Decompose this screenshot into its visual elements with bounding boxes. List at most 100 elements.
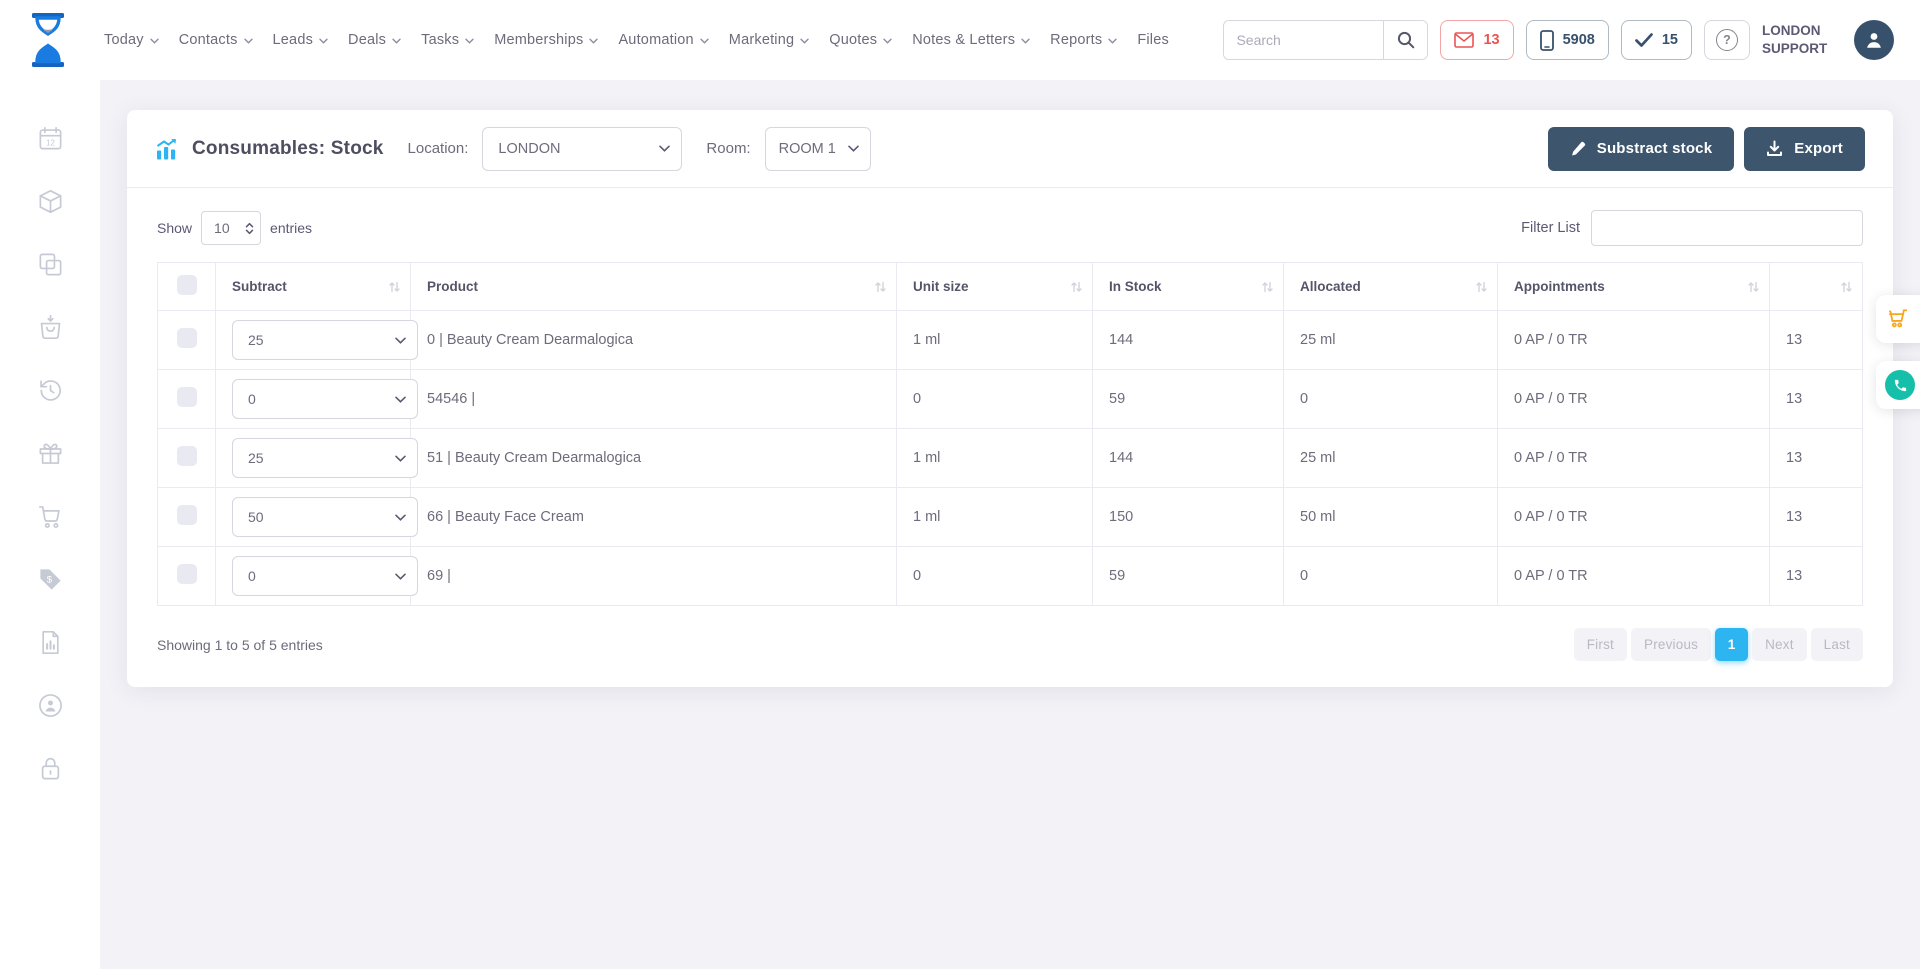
search-icon	[1397, 31, 1415, 49]
room-select[interactable]: ROOM 1	[765, 127, 871, 171]
sort-icon	[1840, 281, 1853, 293]
sidebar-item-cart[interactable]	[36, 502, 64, 530]
subtract-select[interactable]: 0	[232, 556, 418, 596]
in-stock-cell: 59	[1093, 547, 1284, 606]
cart-widget[interactable]	[1876, 295, 1920, 343]
appointments-cell: 0 AP / 0 TR	[1498, 488, 1770, 547]
select-all-checkbox[interactable]	[177, 275, 197, 295]
nav-notes-letters[interactable]: Notes & Letters	[912, 32, 1030, 48]
col-product-label: Product	[427, 279, 478, 294]
nav-marketing[interactable]: Marketing	[729, 32, 809, 48]
filter-label: Filter List	[1521, 220, 1580, 236]
nav-contacts[interactable]: Contacts	[179, 32, 253, 48]
subtract-stock-button[interactable]: Substract stock	[1548, 127, 1735, 171]
row-checkbox[interactable]	[177, 564, 197, 584]
tasks-badge[interactable]: 15	[1621, 20, 1692, 60]
entries-label: entries	[270, 220, 312, 236]
table-row: 0 54546 | 0 59 0 0 AP / 0 TR 13	[158, 370, 1863, 429]
phone-widget[interactable]	[1876, 361, 1920, 409]
export-button[interactable]: Export	[1744, 127, 1865, 171]
smartphone-icon	[1540, 30, 1554, 51]
avatar[interactable]	[1854, 20, 1894, 60]
col-in-stock[interactable]: In Stock	[1093, 263, 1284, 311]
help-button[interactable]: ?	[1704, 20, 1750, 60]
messages-badge[interactable]: 13	[1440, 20, 1513, 60]
nav-quotes[interactable]: Quotes	[829, 32, 892, 48]
sidebar-item-package[interactable]	[36, 187, 64, 215]
chart-icon	[155, 138, 179, 160]
page-size-control: Show 10 entries	[157, 211, 312, 245]
sidebar-item-gift[interactable]	[36, 439, 64, 467]
pagination-last[interactable]: Last	[1811, 628, 1863, 661]
header-buttons: Substract stock Export	[1548, 127, 1865, 171]
sidebar-item-orders[interactable]	[36, 313, 64, 341]
row-checkbox[interactable]	[177, 446, 197, 466]
person-icon	[1863, 29, 1885, 51]
phone-widget-icon	[1885, 370, 1915, 400]
nav-automation[interactable]: Automation	[618, 32, 708, 48]
pagination-page-1[interactable]: 1	[1715, 628, 1748, 661]
support-icon	[37, 692, 64, 719]
sidebar-item-support[interactable]	[36, 691, 64, 719]
col-appointments[interactable]: Appointments	[1498, 263, 1770, 311]
col-unit-size-label: Unit size	[913, 279, 969, 294]
pagination-next[interactable]: Next	[1752, 628, 1807, 661]
nav-tasks[interactable]: Tasks	[421, 32, 474, 48]
extra-cell: 13	[1770, 311, 1863, 370]
subtract-select[interactable]: 25	[232, 438, 418, 478]
filter-input[interactable]	[1591, 210, 1863, 246]
nav-deals[interactable]: Deals	[348, 32, 401, 48]
svg-text:12: 12	[46, 138, 55, 147]
col-allocated[interactable]: Allocated	[1284, 263, 1498, 311]
in-stock-cell: 59	[1093, 370, 1284, 429]
col-product[interactable]: Product	[411, 263, 897, 311]
sort-icon	[1747, 281, 1760, 293]
location-label: Location:	[408, 140, 469, 157]
nav-files[interactable]: Files	[1137, 32, 1169, 48]
page-size-select[interactable]: 10	[201, 211, 261, 245]
nav-notes-letters-label: Notes & Letters	[912, 32, 1015, 48]
unit-size-cell: 0	[897, 370, 1093, 429]
sidebar-item-calendar[interactable]: 12	[36, 124, 64, 152]
nav-contacts-label: Contacts	[179, 32, 238, 48]
sidebar-item-security[interactable]	[36, 754, 64, 782]
nav-today[interactable]: Today	[104, 32, 159, 48]
row-checkbox[interactable]	[177, 505, 197, 525]
row-checkbox[interactable]	[177, 387, 197, 407]
hourglass-logo[interactable]	[28, 12, 68, 68]
sidebar-item-reports[interactable]	[36, 628, 64, 656]
search-button[interactable]	[1383, 21, 1427, 59]
nav-files-label: Files	[1137, 32, 1169, 48]
subtract-select[interactable]: 50	[232, 497, 418, 537]
allocated-cell: 0	[1284, 547, 1498, 606]
appointments-cell: 0 AP / 0 TR	[1498, 547, 1770, 606]
col-unit-size[interactable]: Unit size	[897, 263, 1093, 311]
subtract-select[interactable]: 25	[232, 320, 418, 360]
col-appointments-label: Appointments	[1514, 279, 1605, 294]
nav-memberships[interactable]: Memberships	[494, 32, 598, 48]
sort-icon	[1261, 281, 1274, 293]
col-extra[interactable]	[1770, 263, 1863, 311]
location-select[interactable]: LONDON	[482, 127, 682, 171]
card-header: Consumables: Stock Location: LONDON Room…	[127, 110, 1893, 188]
row-checkbox[interactable]	[177, 328, 197, 348]
nav-leads[interactable]: Leads	[273, 32, 329, 48]
nav-today-label: Today	[104, 32, 144, 48]
filter-control: Filter List	[1521, 210, 1863, 246]
search-input[interactable]	[1224, 21, 1383, 59]
sidebar-item-copy[interactable]	[36, 250, 64, 278]
sidebar-item-history[interactable]	[36, 376, 64, 404]
pagination-first[interactable]: First	[1574, 628, 1627, 661]
main-nav: Today Contacts Leads Deals Tasks Members…	[104, 32, 1169, 48]
pagination-previous[interactable]: Previous	[1631, 628, 1711, 661]
nav-reports[interactable]: Reports	[1050, 32, 1117, 48]
chevron-down-icon	[465, 38, 474, 44]
col-subtract[interactable]: Subtract	[216, 263, 411, 311]
phone-badge[interactable]: 5908	[1526, 20, 1609, 60]
sidebar-item-pricing[interactable]: $	[36, 565, 64, 593]
subtract-select[interactable]: 0	[232, 379, 418, 419]
nav-tasks-label: Tasks	[421, 32, 459, 48]
room-label: Room:	[706, 140, 750, 157]
phone-count: 5908	[1563, 32, 1595, 48]
allocated-cell: 0	[1284, 370, 1498, 429]
